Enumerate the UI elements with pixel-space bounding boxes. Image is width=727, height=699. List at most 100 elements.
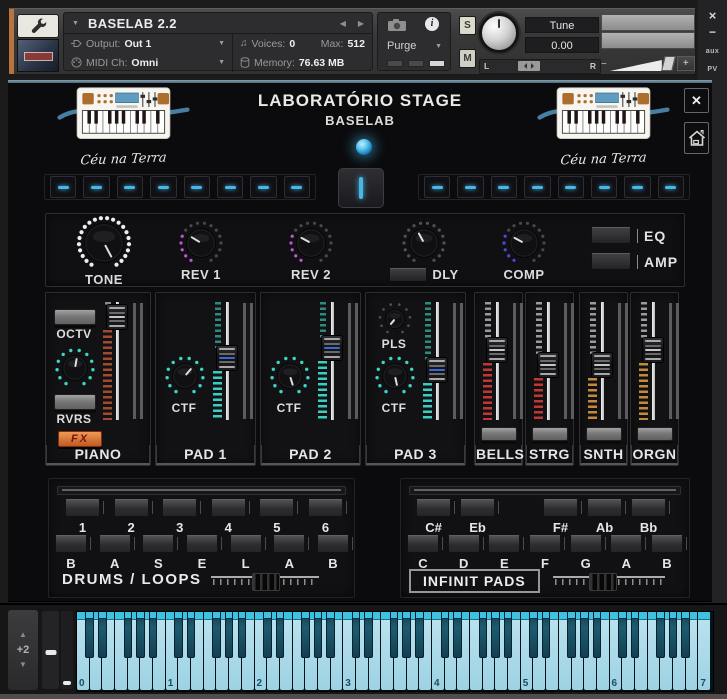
- solo-button[interactable]: S: [459, 16, 476, 35]
- black-key-0[interactable]: [85, 612, 94, 658]
- drums-slot-3-button[interactable]: [162, 499, 202, 517]
- drums-slot-6-button[interactable]: [307, 499, 347, 517]
- black-key-12[interactable]: [237, 612, 247, 658]
- pv-button[interactable]: PV: [707, 66, 717, 73]
- knob-rev-1[interactable]: [178, 220, 224, 266]
- black-key-5[interactable]: [148, 612, 158, 658]
- octave-button[interactable]: [54, 309, 96, 325]
- pads-topbar[interactable]: [409, 486, 681, 495]
- black-key-47[interactable]: [681, 612, 690, 658]
- dly-switch[interactable]: [389, 267, 428, 282]
- black-key-25[interactable]: [402, 612, 411, 658]
- drums-letter-6-button[interactable]: [273, 535, 310, 553]
- black-key-7[interactable]: [174, 612, 183, 658]
- volume-handle[interactable]: [660, 56, 676, 71]
- black-key-43[interactable]: [630, 612, 640, 658]
- black-key-45[interactable]: [656, 612, 665, 658]
- preset-slot-right-3[interactable]: [490, 176, 518, 198]
- knob-dly[interactable]: [401, 220, 447, 266]
- black-key-8[interactable]: [186, 612, 196, 658]
- preset-slot-left-3[interactable]: [116, 176, 144, 198]
- black-key-36[interactable]: [541, 612, 551, 658]
- preset-slot-right-8[interactable]: [657, 176, 684, 198]
- drums-letter-4-button[interactable]: [185, 535, 222, 553]
- black-key-22[interactable]: [364, 612, 373, 658]
- reverse-button[interactable]: [54, 394, 96, 410]
- preset-slot-left-4[interactable]: [150, 176, 177, 198]
- pad-f-button[interactable]: [528, 535, 565, 553]
- window-close-button[interactable]: ×: [709, 9, 717, 22]
- black-key-14[interactable]: [263, 612, 272, 658]
- black-key-15[interactable]: [275, 612, 285, 658]
- pls-knob[interactable]: [377, 301, 413, 337]
- black-key-24[interactable]: [389, 612, 399, 658]
- fader-pad-3[interactable]: [422, 302, 448, 420]
- black-key-4[interactable]: [136, 612, 145, 658]
- channel-button-snth[interactable]: [586, 427, 622, 441]
- drums-variation-slider[interactable]: [211, 573, 319, 593]
- black-key-31[interactable]: [478, 612, 488, 658]
- channel-knob-pad-3[interactable]: [374, 355, 416, 397]
- black-key-40[interactable]: [592, 612, 602, 658]
- pad-f-button[interactable]: [543, 499, 582, 517]
- midi-channel-selector[interactable]: MIDI Ch: Omni ▼: [64, 53, 232, 72]
- wrench-button[interactable]: [17, 14, 59, 38]
- pad-g-button[interactable]: [569, 535, 606, 553]
- info-button[interactable]: i: [425, 17, 439, 31]
- pad-ab-button[interactable]: [587, 499, 626, 517]
- black-key-21[interactable]: [351, 612, 361, 658]
- home-button[interactable]: [684, 122, 709, 154]
- fader-pad-1[interactable]: [212, 302, 238, 420]
- black-key-32[interactable]: [491, 612, 500, 658]
- pad-c-button[interactable]: [407, 535, 443, 553]
- preset-center-button[interactable]: [338, 168, 384, 208]
- midi-caret-icon[interactable]: ▼: [218, 59, 225, 66]
- window-minimize-button[interactable]: −: [709, 26, 716, 38]
- fader-piano[interactable]: [102, 302, 128, 420]
- channel-knob-piano[interactable]: [54, 347, 96, 389]
- instrument-thumbnail[interactable]: [17, 39, 59, 72]
- drums-topbar[interactable]: [57, 486, 346, 495]
- pad-b-button[interactable]: [650, 535, 687, 553]
- black-key-26[interactable]: [415, 612, 424, 658]
- pad-e-button[interactable]: [488, 535, 525, 553]
- fader-bells[interactable]: [482, 302, 508, 420]
- preset-slot-left-1[interactable]: [50, 176, 77, 198]
- black-key-42[interactable]: [618, 612, 627, 658]
- channel-knob-pad-2[interactable]: [269, 355, 311, 397]
- preset-slot-right-1[interactable]: [424, 176, 451, 198]
- black-key-3[interactable]: [123, 612, 133, 658]
- knob-rev-2[interactable]: [288, 220, 334, 266]
- volume-slider[interactable]: − +: [601, 56, 695, 71]
- pad-d-button[interactable]: [447, 535, 484, 553]
- channel-button-bells[interactable]: [481, 427, 517, 441]
- pad-c-button[interactable]: [416, 499, 455, 517]
- black-key-33[interactable]: [503, 612, 513, 658]
- octave-down-icon[interactable]: ▼: [19, 661, 27, 669]
- black-key-11[interactable]: [224, 612, 234, 658]
- output-selector[interactable]: Output: Out 1 ▼: [64, 34, 232, 53]
- next-instrument-icon[interactable]: ▶: [358, 19, 364, 28]
- purge-menu[interactable]: Purge ▼: [387, 40, 442, 52]
- black-key-17[interactable]: [301, 612, 310, 658]
- preset-slot-right-6[interactable]: [590, 176, 618, 198]
- preset-slot-right-7[interactable]: [624, 176, 651, 198]
- drums-letter-1-button[interactable]: [55, 535, 91, 553]
- snapshot-camera-button[interactable]: [387, 18, 407, 37]
- preset-slot-right-4[interactable]: [524, 176, 551, 198]
- knob-tone[interactable]: [76, 215, 132, 271]
- pads-slider[interactable]: [553, 573, 665, 593]
- mute-button[interactable]: M: [459, 49, 476, 68]
- fader-pad-2[interactable]: [317, 302, 343, 420]
- pan-center-marker[interactable]: [518, 61, 540, 71]
- drums-slot-1-button[interactable]: [65, 499, 104, 517]
- drums-letter-3-button[interactable]: [142, 535, 179, 553]
- pitch-wheel-strip[interactable]: [42, 611, 59, 689]
- black-key-46[interactable]: [668, 612, 678, 658]
- black-key-18[interactable]: [313, 612, 323, 658]
- fader-orgn[interactable]: [638, 302, 664, 420]
- eq-button[interactable]: [591, 227, 631, 244]
- output-caret-icon[interactable]: ▼: [218, 40, 225, 47]
- aux-button[interactable]: aux: [706, 48, 720, 55]
- prev-instrument-icon[interactable]: ◀: [340, 19, 346, 28]
